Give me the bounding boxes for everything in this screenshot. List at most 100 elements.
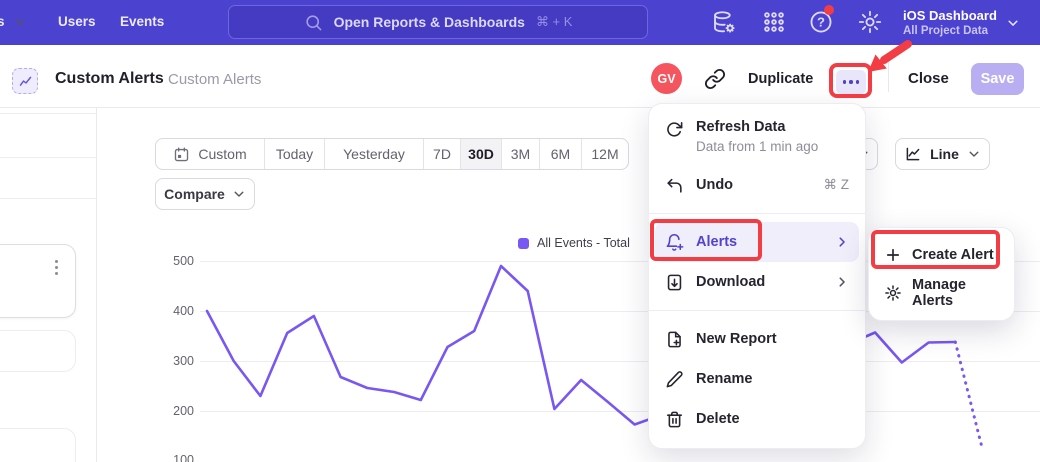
gear-icon [884,284,902,302]
menu-item-delete[interactable]: Delete [649,399,865,439]
y-axis-tick: 100 [158,453,194,462]
chart-line-projected [955,342,982,448]
menu-item-label: New Report [696,331,777,347]
alerts-submenu: Create Alert Manage Alerts [868,227,1015,321]
duplicate-button[interactable]: Duplicate [748,71,813,87]
range-7d[interactable]: 7D [423,139,460,169]
plus-icon [884,246,902,264]
menu-item-label: Delete [696,411,740,427]
range-custom[interactable]: Custom [156,139,264,169]
more-options-menu: Refresh Data Data from 1 min ago Undo ⌘ … [648,103,866,449]
settings-gear-icon [857,9,883,35]
refresh-icon [665,120,684,139]
range-12m[interactable]: 12M [581,139,628,169]
y-axis-tick: 500 [158,254,194,268]
menu-item-label: Rename [696,371,752,387]
menu-item-shortcut: ⌘ Z [824,177,850,193]
save-button[interactable]: Save [971,63,1024,95]
submenu-item-label: Create Alert [912,247,994,263]
range-today[interactable]: Today [264,139,324,169]
menu-item-alerts[interactable]: Alerts [655,222,859,262]
submenu-item-manage-alerts[interactable]: Manage Alerts [869,274,1014,312]
nav-item-events[interactable]: Events [120,14,164,29]
database-gear-icon [711,9,737,35]
sidebar-divider [0,113,96,114]
range-3m[interactable]: 3M [501,139,539,169]
more-options-button[interactable] [836,70,866,94]
report-type-chip [12,68,38,94]
menu-item-label: Download [696,274,765,290]
reports-sidebar [0,108,97,462]
y-axis-tick: 300 [158,354,194,368]
legend-swatch [518,238,529,249]
link-icon [704,68,726,90]
chevron-right-icon [835,235,849,249]
sidebar-card[interactable] [0,428,76,462]
menu-item-undo[interactable]: Undo ⌘ Z [649,165,865,205]
header-divider [888,62,889,92]
menu-item-download[interactable]: Download [649,262,865,302]
y-axis-tick: 200 [158,404,194,418]
sidebar-card[interactable] [0,330,76,372]
kebab-icon [55,260,58,263]
search-placeholder: Open Reports & Dashboards [334,14,525,30]
chart-legend: All Events - Total [518,236,630,250]
breadcrumb: Custom Alerts [168,71,261,88]
project-name: iOS Dashboard [903,8,997,23]
line-chart-icon [904,145,922,163]
menu-item-refresh-data[interactable]: Refresh Data Data from 1 min ago [649,113,865,165]
card-kebab-menu[interactable] [55,260,58,275]
nav-item-boards-truncated[interactable]: s [0,14,27,29]
gridline [200,411,1040,412]
trash-icon [665,410,684,429]
download-file-icon [665,273,684,292]
range-yesterday[interactable]: Yesterday [324,139,423,169]
undo-icon [665,176,684,195]
close-button[interactable]: Close [908,70,949,87]
notification-dot [824,5,834,15]
submenu-item-label: Manage Alerts [912,277,999,309]
y-axis-tick: 400 [158,304,194,318]
sidebar-card-selected[interactable] [0,244,76,318]
search-icon [304,13,323,32]
top-navbar: s Users Events Open Reports & Dashboards… [0,0,1040,45]
project-scope: All Project Data [903,25,997,37]
search-shortcut: ⌘ + K [536,14,573,30]
apps-grid-icon [761,9,787,35]
project-selector[interactable]: iOS Dashboard All Project Data [903,4,1033,41]
chevron-down-icon [13,15,27,29]
nav-item-users[interactable]: Users [58,14,96,29]
menu-item-new-report[interactable]: New Report [649,319,865,359]
global-search-button[interactable]: Open Reports & Dashboards ⌘ + K [228,5,648,39]
bell-plus-icon [665,233,684,252]
menu-item-label: Refresh Data [696,119,818,135]
gridline [200,361,1040,362]
nav-truncated-label: s [0,14,5,29]
range-30d-selected[interactable]: 30D [460,139,501,169]
sidebar-divider [0,198,96,199]
settings-button[interactable] [857,9,883,35]
compare-button[interactable]: Compare [155,178,255,210]
apps-grid-button[interactable] [761,9,787,35]
copy-link-button[interactable] [704,68,726,90]
menu-item-label: Undo [696,177,733,193]
page-title: Custom Alerts [55,70,164,88]
date-range-control: Custom Today Yesterday 7D 30D 3M 6M 12M [155,138,629,170]
mini-line-chart-icon [19,76,32,87]
calendar-icon [173,146,190,163]
file-plus-icon [665,330,684,349]
app-window: s Users Events Open Reports & Dashboards… [0,0,1040,462]
menu-item-rename[interactable]: Rename [649,359,865,399]
avatar[interactable]: GV [651,63,682,94]
chevron-right-icon [835,275,849,289]
menu-divider [649,310,865,311]
chart-type-button[interactable]: Line [895,138,990,170]
pencil-icon [665,370,684,389]
chevron-down-icon [232,187,246,201]
data-management-button[interactable] [711,9,737,35]
range-6m[interactable]: 6M [539,139,581,169]
legend-label: All Events - Total [537,236,630,250]
sidebar-divider [0,157,96,158]
menu-item-sublabel: Data from 1 min ago [696,139,818,154]
submenu-item-create-alert[interactable]: Create Alert [869,236,1014,274]
